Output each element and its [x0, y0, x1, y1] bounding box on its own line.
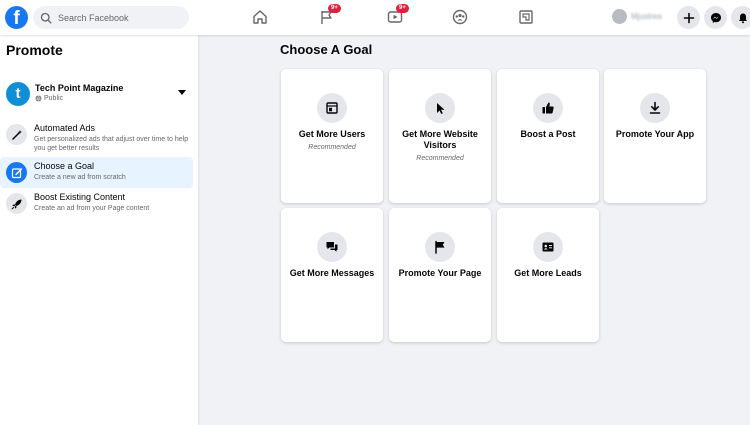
nav-gaming[interactable]: [516, 7, 536, 27]
goal-card-title: Promote Your App: [615, 129, 695, 139]
search-box[interactable]: [33, 6, 189, 29]
download-icon: [640, 93, 670, 123]
sidebar-item-automated-ads[interactable]: Automated Ads Get personalized ads that …: [0, 119, 193, 152]
sidebar-item-label: Choose a Goal: [34, 161, 95, 171]
bell-icon: [738, 13, 747, 23]
search-icon: [40, 12, 52, 24]
goal-card-label: Get More Messages: [285, 268, 379, 279]
goal-card-label: Get More Users Recommended: [285, 129, 379, 153]
thumbs-up-icon: [533, 93, 563, 123]
goal-card-label: Promote Your App: [608, 129, 702, 140]
goal-card-title: Boost a Post: [520, 129, 576, 139]
goal-card-boost-a-post[interactable]: Boost a Post: [497, 69, 599, 203]
sidebar-item-description: Create a new ad from scratch: [34, 174, 126, 181]
sidebar-item-choose-a-goal[interactable]: Choose a Goal Create a new ad from scrat…: [0, 157, 193, 188]
page-title: Choose A Goal: [280, 42, 373, 57]
goal-card-promote-your-app[interactable]: Promote Your App: [604, 69, 706, 203]
goal-card-label: Boost a Post: [501, 129, 595, 140]
gaming-icon: [519, 10, 533, 24]
goal-card-title: Promote Your Page: [398, 268, 482, 278]
page-visibility: Public: [35, 95, 63, 102]
edit-icon: [6, 162, 27, 183]
sidebar-title: Promote: [6, 42, 63, 58]
goal-card-label: Promote Your Page: [393, 268, 487, 279]
sidebar-item-boost-existing-content[interactable]: Boost Existing Content Create an ad from…: [0, 188, 193, 219]
goal-card-title: Get More Users: [298, 129, 366, 139]
search-input[interactable]: [58, 12, 183, 23]
page-avatar: t: [6, 82, 30, 106]
recommended-label: Recommended: [416, 155, 464, 162]
cursor-icon: [425, 93, 455, 123]
messenger-button[interactable]: [704, 6, 727, 29]
sidebar-item-description: Create an ad from your Page content: [34, 205, 150, 212]
goal-card-get-more-users[interactable]: Get More Users Recommended: [281, 69, 383, 203]
avatar: [612, 9, 627, 24]
sidebar-item-label: Automated Ads: [34, 123, 96, 133]
plus-icon: [683, 12, 694, 23]
goal-card-title: Get More Leads: [514, 268, 582, 278]
rocket-icon: [6, 193, 27, 214]
globe-icon: [35, 95, 42, 102]
sidebar-item-label: Boost Existing Content: [34, 192, 126, 202]
wand-icon: [6, 124, 27, 145]
nav-pages[interactable]: 9+: [317, 4, 341, 27]
profile-shortcut[interactable]: Mjustrea: [612, 9, 662, 24]
chat-bubbles-icon: [317, 232, 347, 262]
page-visibility-label: Public: [44, 95, 64, 102]
id-card-icon: [533, 232, 563, 262]
facebook-logo[interactable]: f: [5, 6, 28, 29]
watch-notification-badge: 9+: [396, 4, 409, 13]
chevron-down-icon[interactable]: [178, 90, 186, 95]
nav-groups[interactable]: [450, 7, 470, 27]
recommended-label: Recommended: [308, 144, 356, 151]
messenger-icon: [710, 12, 721, 23]
goal-card-get-more-leads[interactable]: Get More Leads: [497, 208, 599, 342]
goal-card-get-more-messages[interactable]: Get More Messages: [281, 208, 383, 342]
page-name: Tech Point Magazine: [35, 83, 124, 93]
goal-card-label: Get More Leads: [501, 268, 595, 279]
page-selector[interactable]: t Tech Point Magazine Public: [6, 82, 192, 106]
goal-card-get-more-website-visitors[interactable]: Get More Website Visitors Recommended: [389, 69, 491, 203]
notifications-button[interactable]: [731, 6, 750, 29]
goal-card-title: Get More Messages: [289, 268, 375, 278]
create-button[interactable]: [677, 6, 700, 29]
top-navigation-bar: f 9+ 9+: [0, 0, 750, 35]
groups-icon: [452, 9, 468, 25]
promote-sidebar: Promote t Tech Point Magazine Public Aut…: [0, 35, 198, 425]
home-icon: [253, 10, 267, 24]
flag-icon: [425, 232, 455, 262]
app-window-icon: [317, 93, 347, 123]
profile-name: Mjustrea: [631, 12, 662, 21]
goal-card-label: Get More Website Visitors Recommended: [393, 129, 487, 164]
sidebar-item-description: Get personalized ads that adjust over ti…: [34, 136, 189, 152]
pages-notification-badge: 9+: [328, 4, 341, 13]
nav-home[interactable]: [250, 7, 270, 27]
goal-card-title: Get More Website Visitors: [402, 129, 478, 150]
goal-card-promote-your-page[interactable]: Promote Your Page: [389, 208, 491, 342]
nav-watch[interactable]: 9+: [385, 4, 409, 27]
